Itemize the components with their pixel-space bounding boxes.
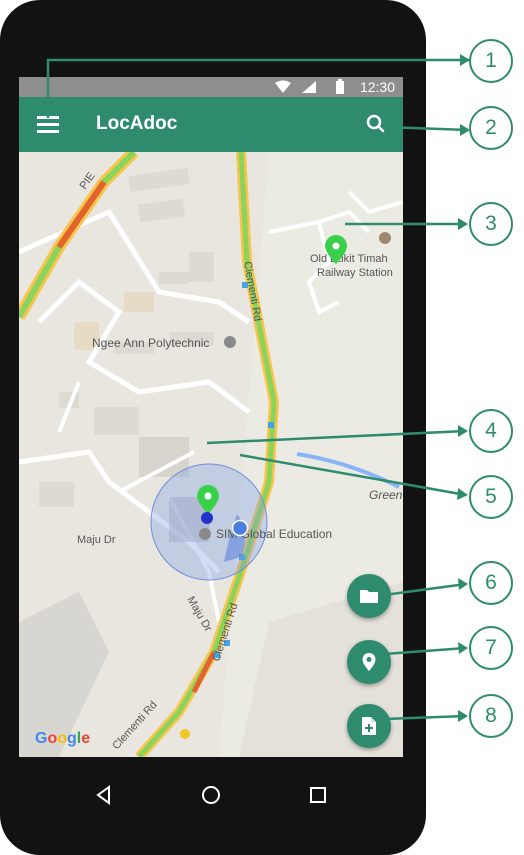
callout-1: 1 (469, 39, 513, 83)
callout-8: 8 (469, 694, 513, 738)
callout-6: 6 (469, 561, 513, 605)
callout-5: 5 (469, 475, 513, 519)
callout-2: 2 (469, 106, 513, 150)
callout-7: 7 (469, 626, 513, 670)
callout-lines (46, 54, 470, 722)
callout-3: 3 (469, 202, 513, 246)
callout-4: 4 (469, 409, 513, 453)
